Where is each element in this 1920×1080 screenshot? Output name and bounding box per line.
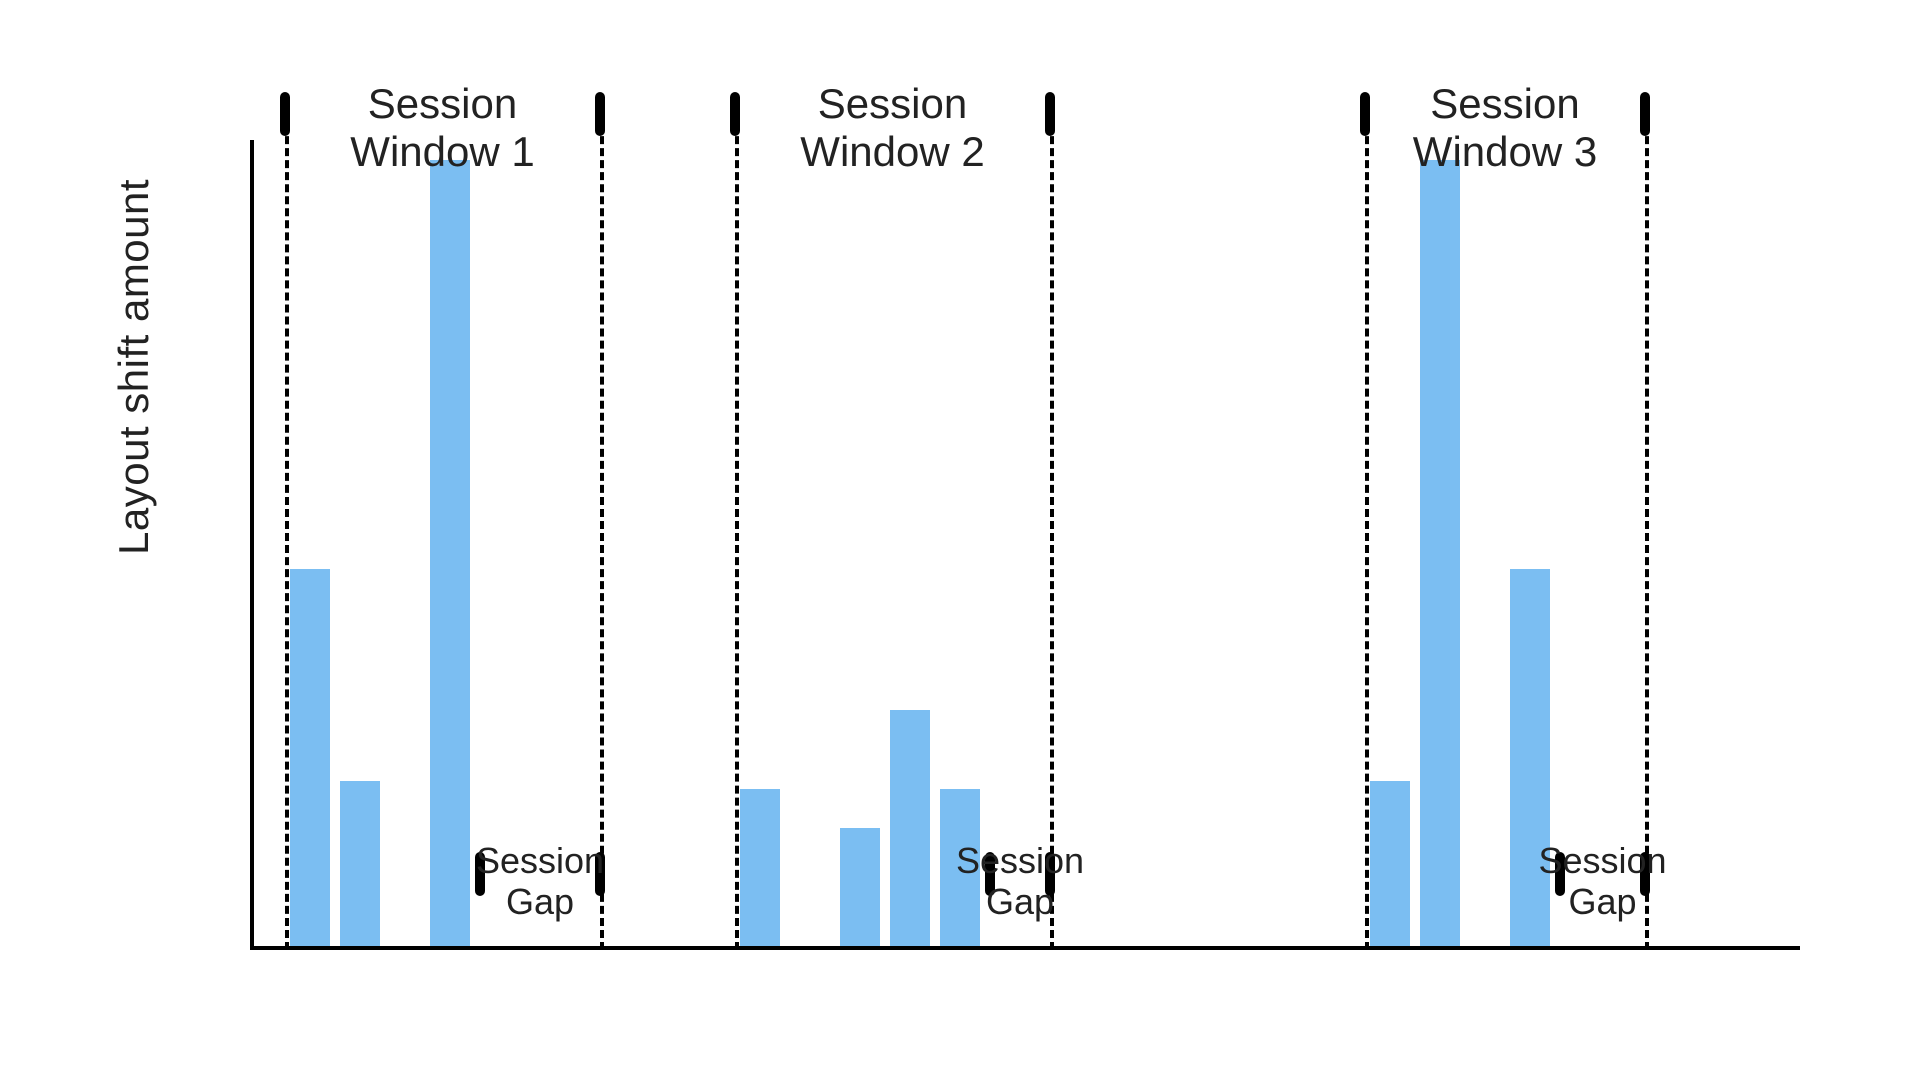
session-window-label-1: Session Window 1: [323, 80, 563, 177]
bar-1: [340, 781, 380, 946]
bar-0: [290, 569, 330, 946]
y-axis-label: Layout shift amount: [110, 179, 158, 555]
bar-4: [840, 828, 880, 946]
session-divider: [1645, 100, 1649, 950]
session-gap-label-3: Session Gap: [1513, 840, 1693, 923]
bar-3: [740, 789, 780, 946]
session-window-label-3: Session Window 3: [1385, 80, 1625, 177]
session-tick: [1360, 92, 1370, 136]
session-gap-label-2: Session Gap: [930, 840, 1110, 923]
session-divider: [735, 100, 739, 950]
session-tick: [730, 92, 740, 136]
session-tick: [280, 92, 290, 136]
bar-7: [1370, 781, 1410, 946]
bar-5: [890, 710, 930, 946]
session-tick: [1640, 92, 1650, 136]
chart-stage: Layout shift amount Session Window 1Sess…: [0, 0, 1920, 1080]
session-window-label-2: Session Window 2: [773, 80, 1013, 177]
session-divider: [1050, 100, 1054, 950]
bar-8: [1420, 160, 1460, 946]
session-tick: [1045, 92, 1055, 136]
y-axis-line: [250, 140, 254, 950]
session-divider: [600, 100, 604, 950]
bar-2: [430, 160, 470, 946]
x-axis-line: [250, 946, 1800, 950]
session-gap-label-1: Session Gap: [450, 840, 630, 923]
chart-plot-area: Session Window 1Session Window 2Session …: [250, 160, 1800, 950]
session-divider: [285, 100, 289, 950]
session-tick: [595, 92, 605, 136]
session-divider: [1365, 100, 1369, 950]
